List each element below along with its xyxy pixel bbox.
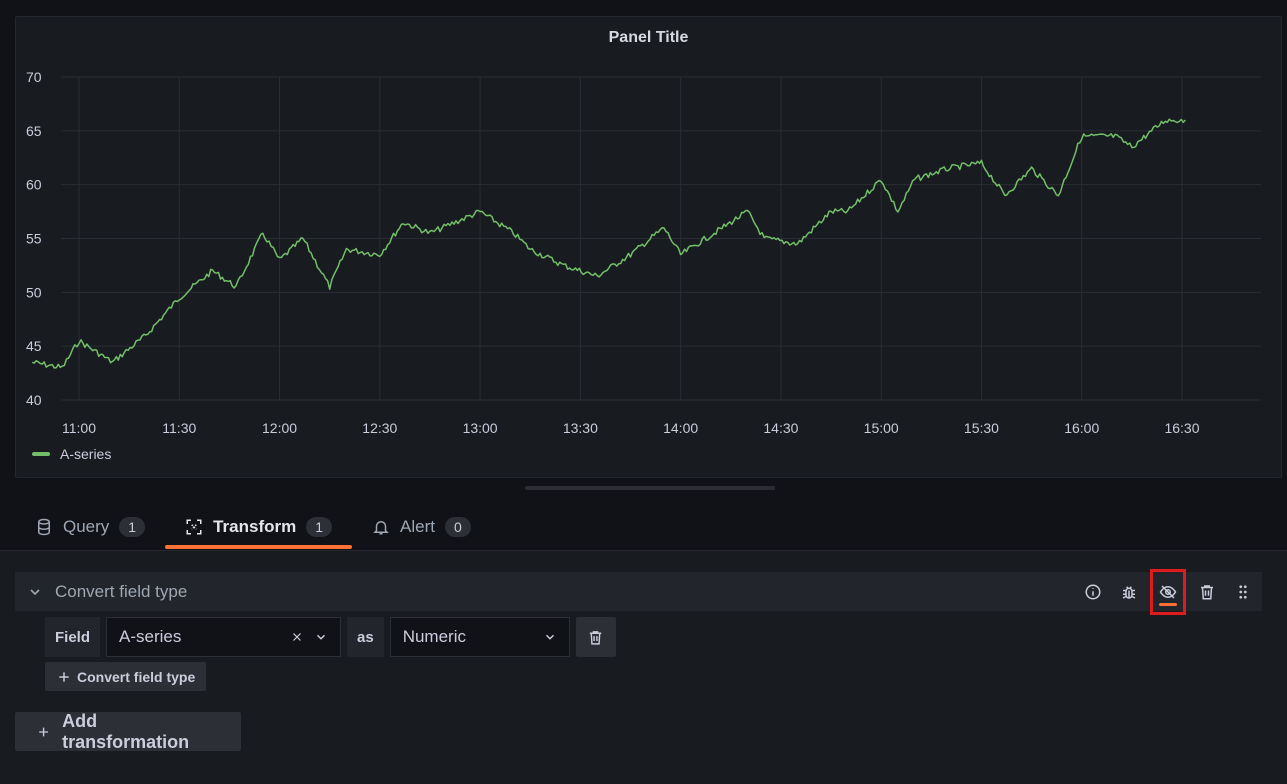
y-tick-label: 55 [26,231,42,247]
clear-icon[interactable] [290,630,304,644]
x-tick-label: 15:30 [964,420,999,436]
add-conversion-button[interactable]: Convert field type [45,662,207,691]
remove-conversion-button[interactable] [575,617,616,657]
drag-handle-icon [1239,584,1247,599]
bell-icon [373,521,389,535]
tab-transform-label: Transform [213,517,297,536]
tab-query-label: Query [63,517,110,536]
eye-slash-icon [1159,584,1177,599]
time-series-chart: 40 45 50 55 60 65 70 11:00 11:30 12:00 12:30 13:00 1… [26,69,1261,436]
debug-icon [1122,585,1136,599]
x-tick-label: 13:30 [563,420,598,436]
x-tick-label: 11:30 [162,420,196,436]
chevron-down-icon[interactable] [27,584,43,600]
y-tick-label: 40 [26,392,42,408]
transform-icon [186,519,202,535]
info-button[interactable] [1082,581,1104,603]
legend-swatch[interactable] [32,452,50,456]
tab-alert-label: Alert [400,517,435,536]
tab-transform[interactable]: Transform 1 [165,505,352,549]
x-tick-label: 12:00 [262,420,297,436]
database-icon [38,518,50,536]
chart-panel: Panel Title 40 45 50 55 60 65 70 11:00 11:30 12:0… [15,16,1282,478]
tab-query[interactable]: Query 1 [15,505,165,549]
legend-label[interactable]: A-series [60,446,111,462]
convert-field-row: Field A-series as Numeric [45,617,616,657]
delete-transformation-button[interactable] [1196,581,1218,603]
info-icon [1085,584,1101,599]
y-tick-label: 60 [26,177,42,193]
x-tick-label: 13:00 [463,420,498,436]
trash-icon [1201,584,1213,599]
plus-icon [59,671,69,682]
x-tick-label: 15:00 [864,420,899,436]
debug-button[interactable] [1118,581,1140,603]
transformation-header[interactable]: Convert field type [15,568,1262,615]
legend: A-series [32,446,111,462]
chevron-down-icon [317,634,326,640]
x-tick-label: 11:00 [62,420,96,436]
add-transformation-button[interactable]: Add transformation [15,710,241,752]
tab-query-count: 1 [119,517,146,537]
field-select-value: A-series [119,627,182,646]
transformation-title: Convert field type [55,581,188,601]
field-label: Field [45,617,101,657]
type-select-value: Numeric [402,627,466,646]
tab-alert[interactable]: Alert 0 [352,505,491,549]
tab-transform-count: 1 [306,517,333,537]
y-tick-label: 70 [26,69,42,85]
x-tick-label: 16:00 [1064,420,1099,436]
y-tick-label: 45 [26,338,42,354]
field-select[interactable]: A-series [106,617,342,657]
type-select[interactable]: Numeric [389,617,570,657]
y-tick-label: 50 [26,284,42,300]
as-label: as [347,617,384,657]
transformation-editor: Convert field type Field A-series as Num… [0,550,1287,784]
editor-tabs: Query 1 Transform 1 Alert 0 [15,505,491,551]
chevron-down-icon [545,634,554,640]
x-tick-label: 14:00 [663,420,698,436]
x-tick-label: 14:30 [763,420,798,436]
drag-handle[interactable] [1232,581,1254,603]
x-tick-label: 12:30 [362,420,397,436]
add-transformation-label: Add transformation [62,710,190,752]
tab-alert-count: 0 [445,517,471,537]
trash-icon [590,630,602,645]
y-tick-label: 65 [26,123,42,139]
disable-transformation-button[interactable] [1150,568,1186,615]
panel-resize-handle[interactable] [525,486,775,490]
series-line-a-series[interactable] [31,118,1186,369]
add-conversion-label: Convert field type [77,668,196,685]
plus-icon [39,727,48,736]
x-tick-label: 16:30 [1164,420,1199,436]
transformation-actions [1082,568,1254,615]
